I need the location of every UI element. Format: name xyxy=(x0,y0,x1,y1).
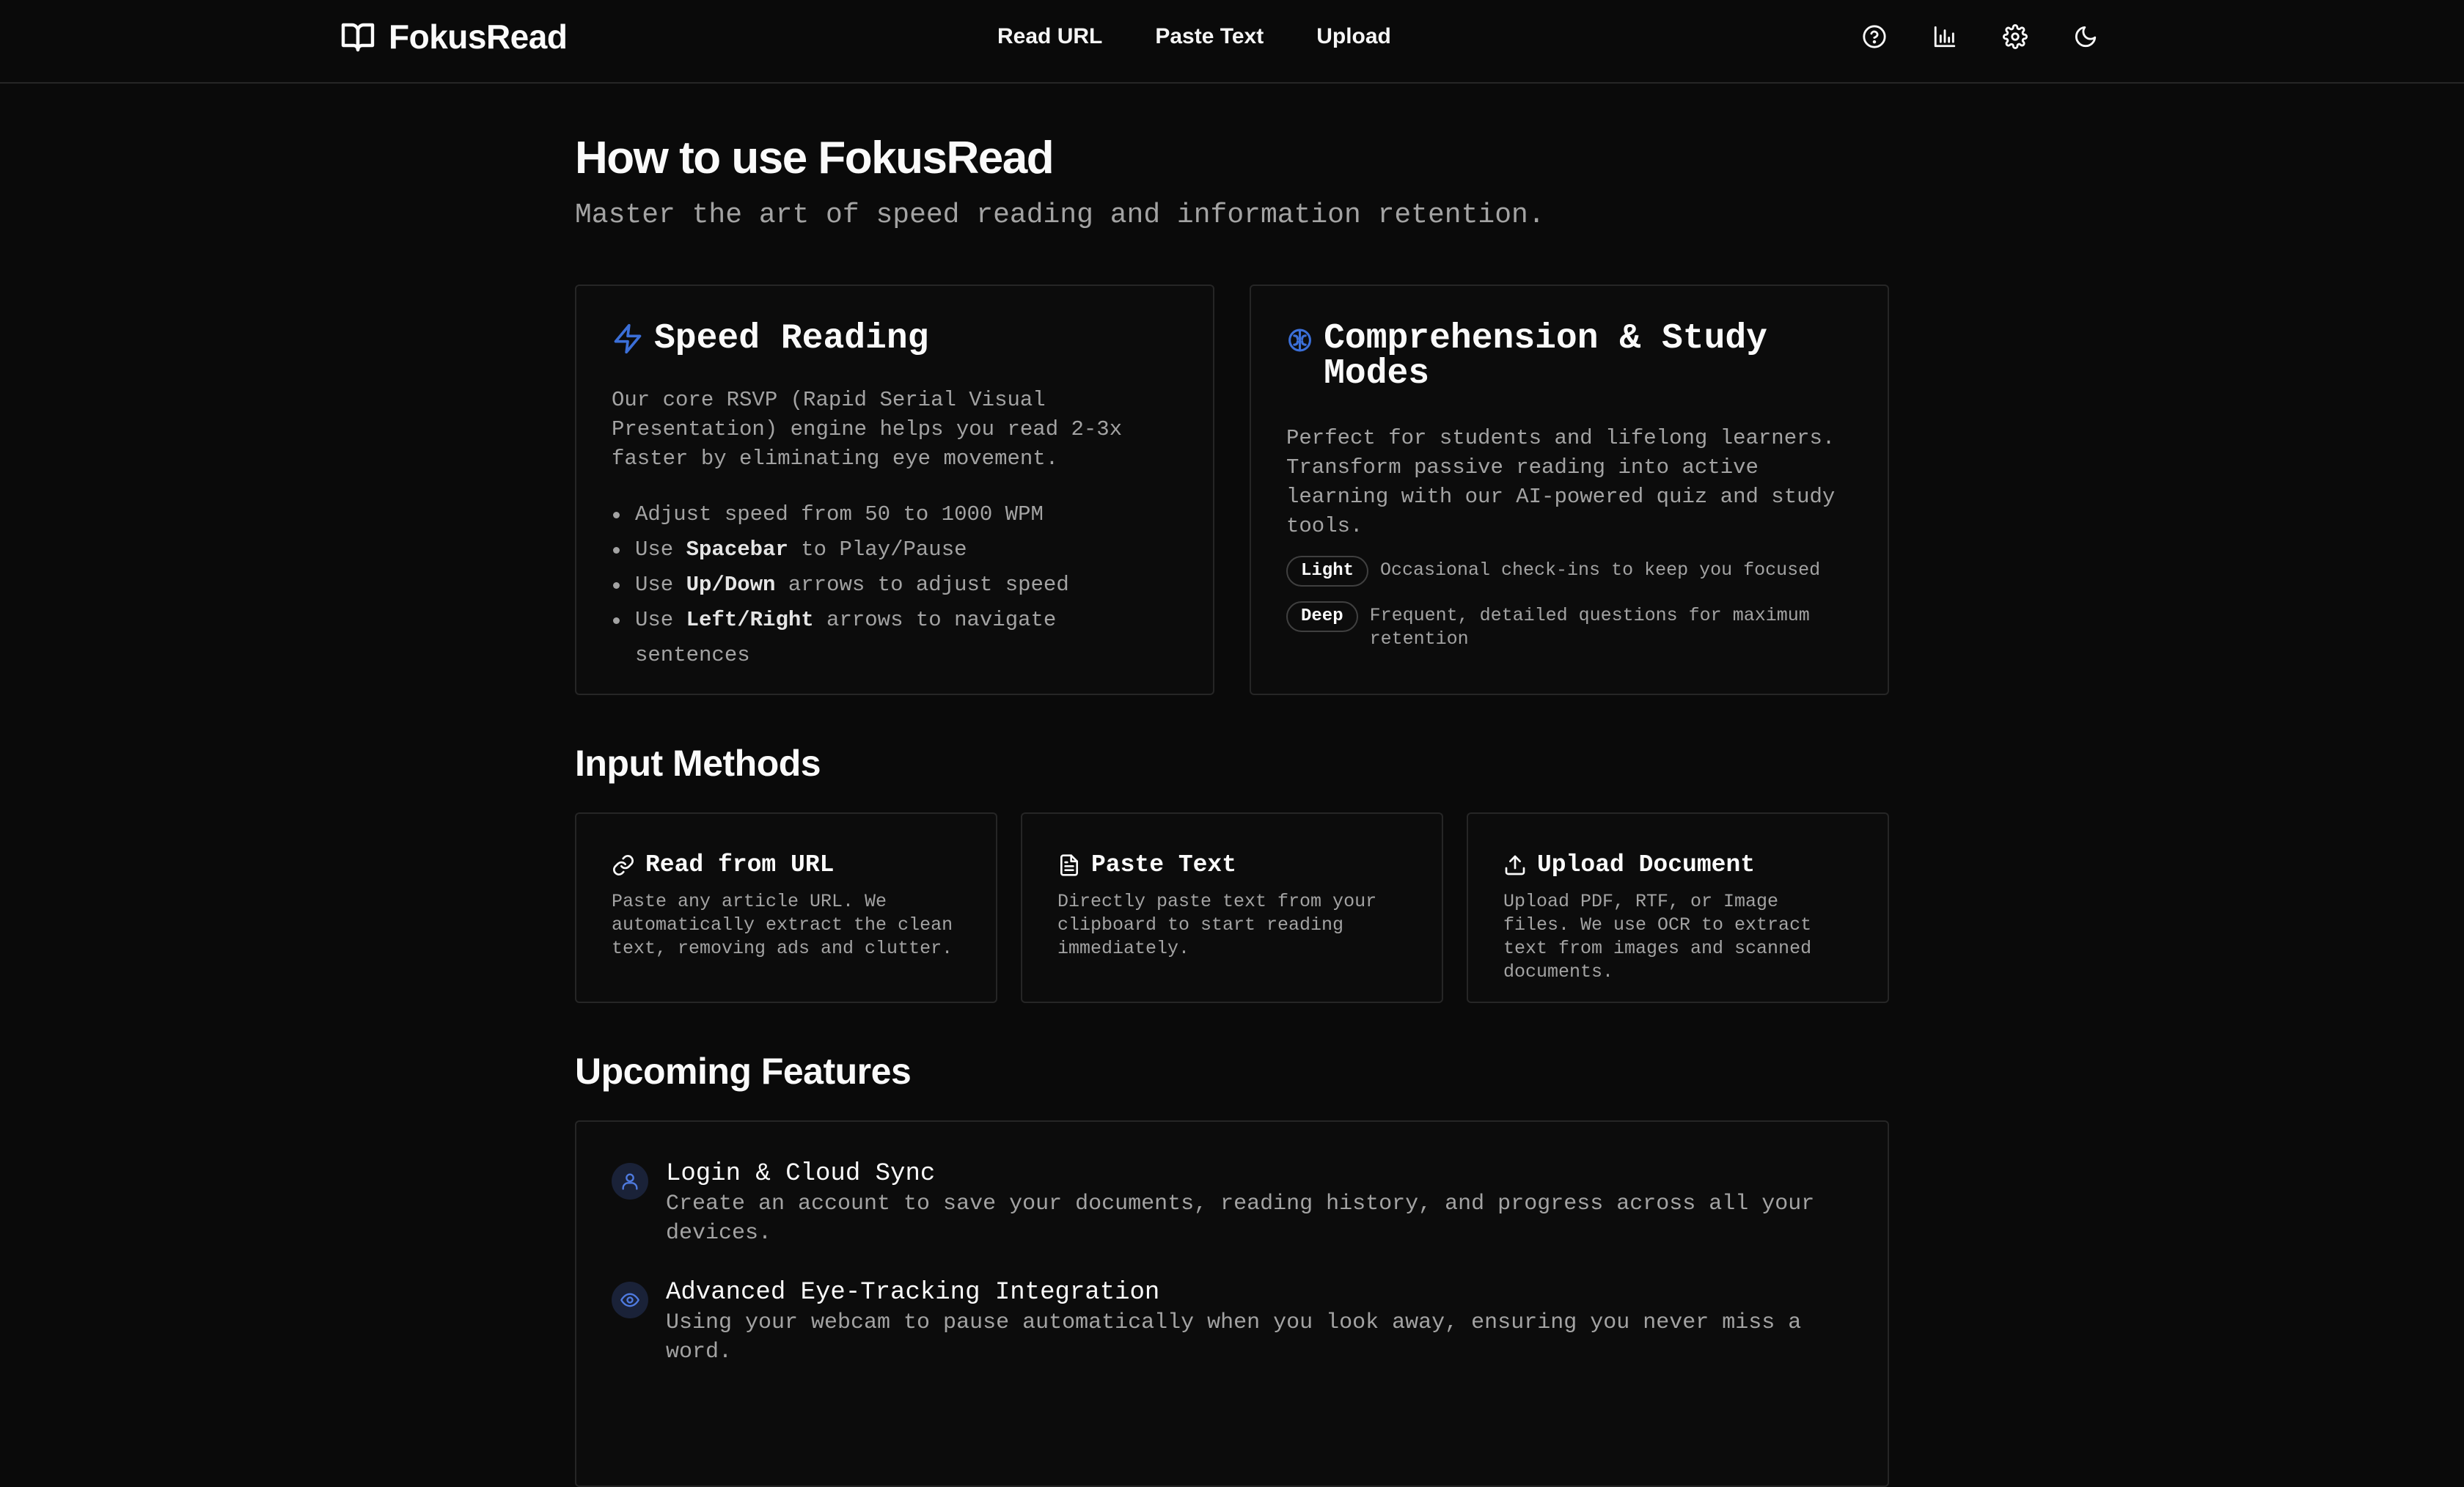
card-title: Comprehension & Study Modes xyxy=(1324,319,1767,394)
brand-name: FokusRead xyxy=(389,18,568,56)
speed-reading-card: Speed Reading Our core RSVP (Rapid Seria… xyxy=(575,284,1214,695)
card-title: Read from URL xyxy=(645,851,835,878)
link-icon xyxy=(613,855,634,875)
feature-title: Advanced Eye-Tracking Integration xyxy=(666,1279,1160,1307)
section-title: Input Methods xyxy=(575,743,821,784)
section-title: Upcoming Features xyxy=(575,1051,912,1092)
nav-upload[interactable]: Upload xyxy=(1316,24,1391,49)
card-header: Speed Reading xyxy=(612,321,1178,356)
mode-badge: Light xyxy=(1286,556,1369,587)
nav-paste-text[interactable]: Paste Text xyxy=(1155,24,1264,49)
card-description: Paste any article URL. We automatically … xyxy=(612,891,953,959)
eye-icon xyxy=(620,1293,639,1307)
brand-logo-link[interactable]: FokusRead xyxy=(340,15,568,59)
shortcut-list: Adjust speed from 50 to 1000 WPM Use Spa… xyxy=(612,497,1178,673)
top-navbar: FokusRead Read URL Paste Text Upload xyxy=(0,0,2464,84)
eye-icon-badge xyxy=(612,1282,648,1318)
file-text-icon xyxy=(1060,854,1078,876)
card-title: Upload Document xyxy=(1537,851,1756,878)
study-modes-card: Comprehension & Study Modes Perfect for … xyxy=(1250,284,1889,695)
zap-icon xyxy=(614,323,642,354)
list-item: Use Up/Down arrows to adjust speed xyxy=(612,568,1178,603)
mode-row: Deep Frequent, detailed questions for ma… xyxy=(1286,601,1852,651)
upload-document-card: Upload Document Upload PDF, RTF, or Imag… xyxy=(1467,812,1889,1003)
card-header: Paste Text xyxy=(1057,851,1407,880)
upcoming-features-card: Login & Cloud Sync Create an account to … xyxy=(575,1120,1889,1487)
theme-toggle-button[interactable] xyxy=(2071,22,2100,51)
list-item: Use Spacebar to Play/Pause xyxy=(612,532,1178,568)
card-description: Perfect for students and lifelong learne… xyxy=(1286,426,1836,538)
help-circle-icon xyxy=(1863,25,1886,48)
card-description: Our core RSVP (Rapid Serial Visual Prese… xyxy=(612,388,1123,471)
card-header: Comprehension & Study Modes xyxy=(1286,321,1852,392)
page-title: How to use FokusRead xyxy=(575,133,1055,183)
moon-icon xyxy=(2075,26,2097,48)
user-icon xyxy=(622,1173,638,1190)
list-item: Use Left/Right arrows to navigate senten… xyxy=(612,603,1178,673)
settings-icon xyxy=(2003,24,2028,49)
feature-description: Using your webcam to pause automatically… xyxy=(666,1310,1802,1365)
mode-badge: Deep xyxy=(1286,601,1358,632)
card-description: Upload PDF, RTF, or Image files. We use … xyxy=(1503,891,1812,983)
upload-icon xyxy=(1505,855,1525,875)
settings-button[interactable] xyxy=(2001,22,2030,51)
mode-description: Frequent, detailed questions for maximum… xyxy=(1369,605,1810,650)
read-url-card: Read from URL Paste any article URL. We … xyxy=(575,812,997,1003)
list-item: Login & Cloud Sync Create an account to … xyxy=(612,1159,1852,1248)
card-description: Directly paste text from your clipboard … xyxy=(1057,891,1377,959)
card-title: Speed Reading xyxy=(654,319,929,359)
brain-icon xyxy=(1288,328,1311,352)
feature-description: Create an account to save your documents… xyxy=(666,1192,1815,1246)
card-title: Paste Text xyxy=(1091,851,1237,878)
user-icon-badge xyxy=(612,1163,648,1200)
card-header: Upload Document xyxy=(1503,851,1852,880)
stats-button[interactable] xyxy=(1930,22,1959,51)
paste-text-card: Paste Text Directly paste text from your… xyxy=(1021,812,1443,1003)
mode-description: Occasional check-ins to keep you focused xyxy=(1380,559,1821,581)
mode-list: Light Occasional check-ins to keep you f… xyxy=(1286,556,1852,651)
bar-chart-icon xyxy=(1934,26,1956,48)
help-button[interactable] xyxy=(1860,22,1889,51)
list-item: Adjust speed from 50 to 1000 WPM xyxy=(612,497,1178,532)
nav-read-url[interactable]: Read URL xyxy=(997,24,1102,49)
feature-title: Login & Cloud Sync xyxy=(666,1160,936,1188)
card-header: Read from URL xyxy=(612,851,961,880)
book-open-icon xyxy=(341,23,375,52)
header-actions xyxy=(1860,19,2100,54)
main-nav: Read URL Paste Text Upload xyxy=(997,18,1391,56)
mode-row: Light Occasional check-ins to keep you f… xyxy=(1286,556,1852,587)
page-subtitle: Master the art of speed reading and info… xyxy=(575,199,1545,231)
